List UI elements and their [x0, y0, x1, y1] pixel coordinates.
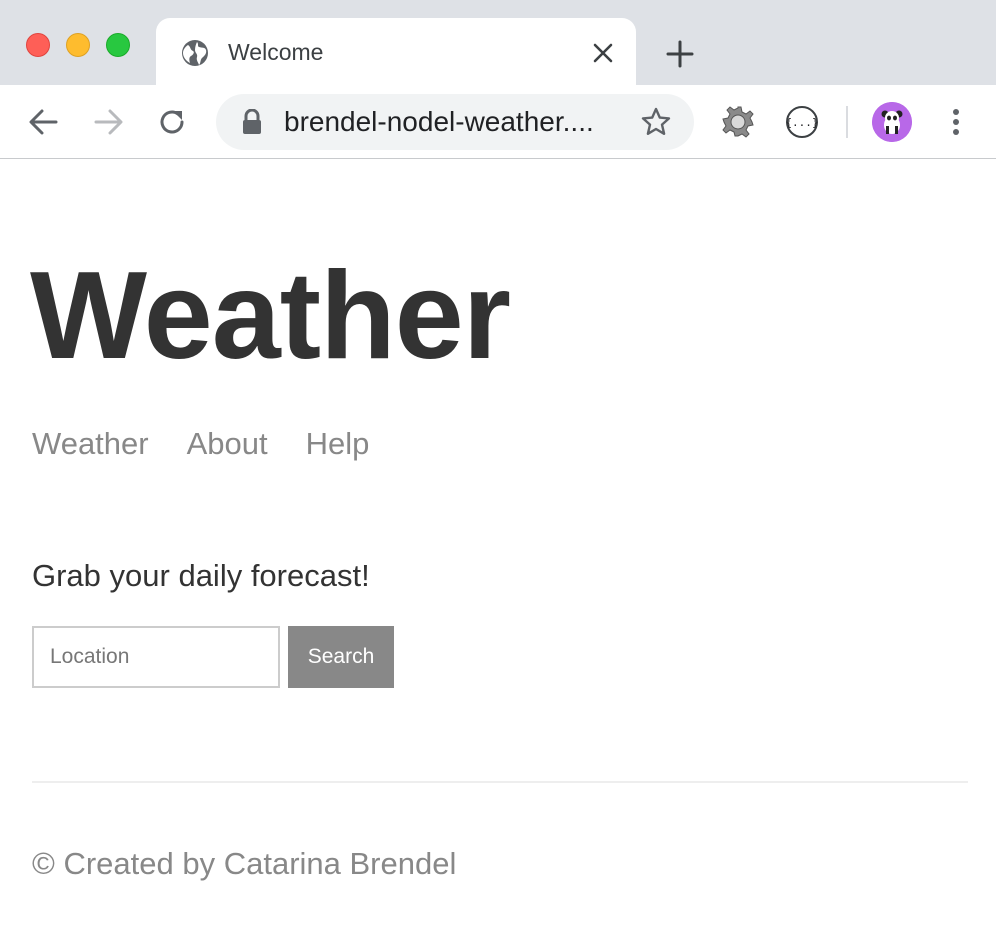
- tagline: Grab your daily forecast!: [32, 558, 370, 593]
- json-formatter-extension-icon[interactable]: {...}: [782, 102, 822, 142]
- window-close-button[interactable]: [26, 33, 50, 57]
- reload-icon[interactable]: [152, 102, 192, 142]
- more-menu-icon[interactable]: [936, 102, 976, 142]
- toolbar-divider: [846, 106, 848, 138]
- back-arrow-icon[interactable]: [24, 102, 64, 142]
- tab-title: Welcome: [228, 39, 324, 65]
- nav-link-about[interactable]: About: [187, 424, 268, 464]
- svg-text:{...}: {...}: [785, 116, 818, 129]
- close-tab-icon[interactable]: [588, 38, 618, 68]
- main-nav: Weather About Help: [32, 424, 369, 464]
- location-input[interactable]: [32, 626, 280, 688]
- forward-arrow-icon[interactable]: [88, 102, 128, 142]
- page-content: Weather Weather About Help Grab your dai…: [0, 160, 996, 946]
- footer-divider: [32, 781, 968, 783]
- window-minimize-button[interactable]: [66, 33, 90, 57]
- site-title: Weather: [30, 247, 511, 385]
- nav-link-weather[interactable]: Weather: [32, 424, 149, 464]
- search-button[interactable]: Search: [288, 626, 394, 688]
- tab-strip: Welcome: [0, 0, 996, 85]
- active-tab[interactable]: Welcome: [156, 18, 636, 85]
- window-maximize-button[interactable]: [106, 33, 130, 57]
- footer-credit: © Created by Catarina Brendel: [32, 846, 457, 881]
- url-text[interactable]: brendel-nodel-weather....: [284, 107, 594, 137]
- browser-toolbar: brendel-nodel-weather.... {...}: [0, 85, 996, 159]
- settings-gear-extension-icon[interactable]: [718, 102, 758, 142]
- lock-icon[interactable]: [240, 108, 264, 135]
- nav-link-help[interactable]: Help: [306, 424, 370, 464]
- globe-icon: [180, 38, 210, 68]
- new-tab-icon[interactable]: [662, 36, 698, 72]
- address-bar[interactable]: brendel-nodel-weather....: [216, 94, 694, 150]
- profile-avatar[interactable]: [872, 102, 912, 142]
- bookmark-star-icon[interactable]: [640, 106, 672, 138]
